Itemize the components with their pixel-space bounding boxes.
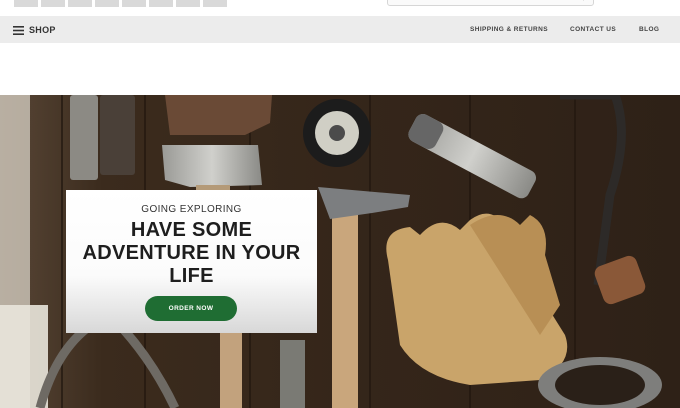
- site-header: ▬▬▬▬▬▬▬▬: [0, 0, 680, 16]
- nav-link-blog[interactable]: BLOG: [639, 26, 659, 33]
- hero-headline: HAVE SOME ADVENTURE IN YOUR LIFE: [82, 219, 301, 287]
- order-now-button[interactable]: ORDER NOW: [145, 296, 237, 321]
- search-input[interactable]: [387, 0, 594, 6]
- cart-icon[interactable]: [640, 0, 652, 2]
- site-logo[interactable]: ▬▬▬▬▬▬▬▬: [14, 0, 230, 14]
- hero-eyebrow: GOING EXPLORING: [141, 204, 242, 215]
- hamburger-menu-icon: [13, 25, 24, 35]
- shop-label: SHOP: [29, 25, 56, 35]
- main-nav: SHOP SHIPPING & RETURNS CONTACT US BLOG: [0, 16, 680, 43]
- nav-link-shipping-returns[interactable]: SHIPPING & RETURNS: [470, 26, 548, 33]
- hero-promo-card: GOING EXPLORING HAVE SOME ADVENTURE IN Y…: [66, 190, 317, 333]
- search-icon[interactable]: [572, 0, 588, 4]
- shop-menu-button[interactable]: SHOP: [13, 22, 56, 38]
- nav-link-contact-us[interactable]: CONTACT US: [570, 26, 616, 33]
- account-icon[interactable]: [658, 0, 670, 2]
